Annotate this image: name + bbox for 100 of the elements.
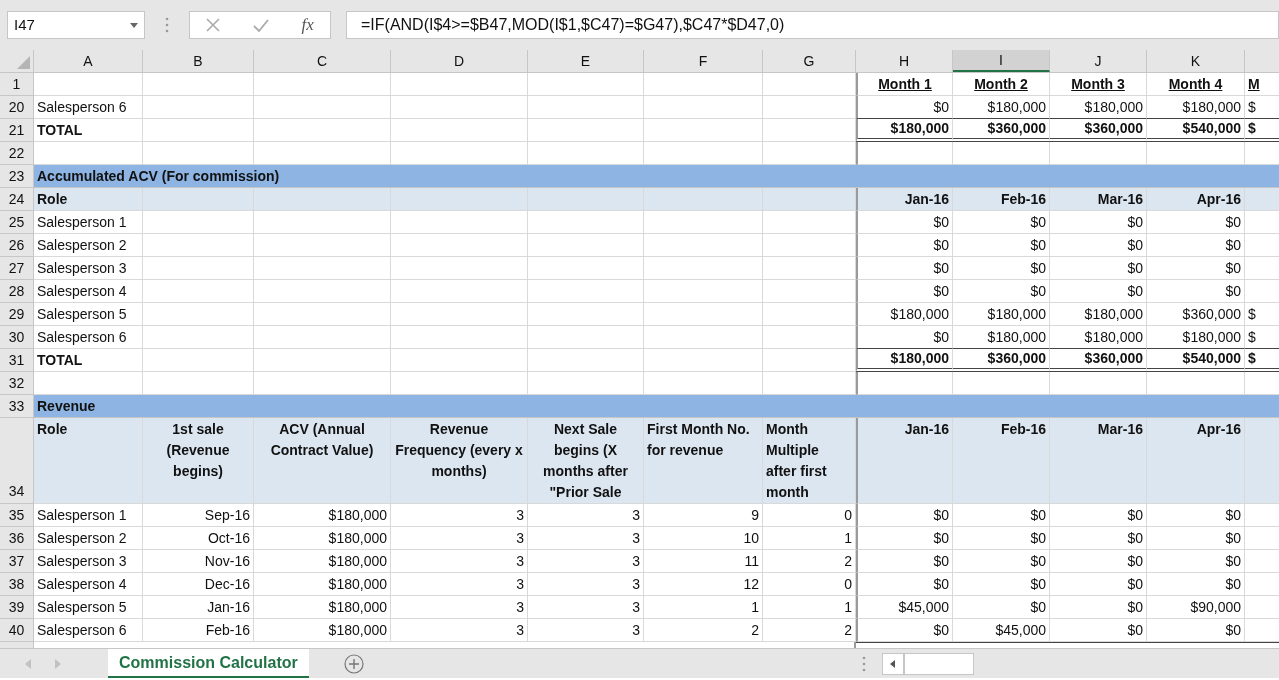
row-header[interactable]: 35 bbox=[0, 504, 34, 527]
table-cell: $45,000 bbox=[856, 596, 953, 619]
header-cell: Jan-16 bbox=[856, 418, 953, 504]
row-header[interactable]: 30 bbox=[0, 326, 34, 349]
row-header[interactable]: 33 bbox=[0, 395, 34, 418]
table-cell: $180,000 bbox=[254, 550, 391, 573]
row-header[interactable]: 37 bbox=[0, 550, 34, 573]
sheet-tab[interactable]: Commission Calculator bbox=[108, 649, 309, 678]
table-cell: $ bbox=[1245, 96, 1279, 119]
header-cell: Apr-16 bbox=[1147, 418, 1245, 504]
row-header[interactable]: 40 bbox=[0, 619, 34, 642]
row-header[interactable]: 20 bbox=[0, 96, 34, 119]
table-cell: $180,000 bbox=[254, 573, 391, 596]
column-header[interactable]: G bbox=[763, 50, 856, 72]
table-cell: $90,000 bbox=[1147, 596, 1245, 619]
table-cell: $360,000 bbox=[953, 119, 1050, 142]
column-header[interactable]: F bbox=[644, 50, 763, 72]
insert-function-button[interactable]: fx bbox=[301, 12, 314, 38]
scroll-left-button[interactable] bbox=[881, 652, 904, 675]
column-header[interactable]: D bbox=[391, 50, 528, 72]
table-cell: $0 bbox=[953, 550, 1050, 573]
column-header[interactable]: J bbox=[1050, 50, 1147, 72]
header-cell: Next Sale begins (X months after "Prior Sale bbox=[528, 418, 644, 504]
table-cell: Salesperson 5 bbox=[34, 596, 143, 619]
table-cell: 10 bbox=[644, 527, 763, 550]
table-cell: Salesperson 1 bbox=[34, 504, 143, 527]
table-cell: $ bbox=[1245, 119, 1279, 142]
table-cell: $0 bbox=[856, 504, 953, 527]
table-cell: Sep-16 bbox=[143, 504, 254, 527]
select-all-icon[interactable] bbox=[17, 56, 30, 69]
row-header[interactable]: 38 bbox=[0, 573, 34, 596]
row-header[interactable]: 39 bbox=[0, 596, 34, 619]
formula-field[interactable]: =IF(AND(I$4>=$B47,MOD(I$1,$C47)=$G47),$C47*$D47,0) bbox=[346, 11, 1279, 39]
row-header[interactable] bbox=[0, 642, 34, 648]
table-cell: $0 bbox=[1050, 573, 1147, 596]
table-cell: $180,000 bbox=[1050, 96, 1147, 119]
row-header[interactable]: 31 bbox=[0, 349, 34, 372]
drag-handle-icon[interactable] bbox=[165, 17, 169, 33]
row-header[interactable]: 26 bbox=[0, 234, 34, 257]
table-cell: $0 bbox=[1050, 550, 1147, 573]
previous-sheet-icon[interactable] bbox=[25, 658, 32, 669]
table-cell: $0 bbox=[1050, 527, 1147, 550]
table-cell: Month 1 bbox=[856, 73, 953, 96]
row-header[interactable]: 22 bbox=[0, 142, 34, 165]
table-cell: Salesperson 6 bbox=[34, 326, 143, 349]
table-cell: 3 bbox=[391, 527, 528, 550]
table-cell: $180,000 bbox=[856, 303, 953, 326]
row-header[interactable]: 36 bbox=[0, 527, 34, 550]
row-header[interactable]: 21 bbox=[0, 119, 34, 142]
row-header[interactable]: 1 bbox=[0, 73, 34, 96]
table-cell: Salesperson 6 bbox=[34, 96, 143, 119]
row-header[interactable]: 23 bbox=[0, 165, 34, 188]
row-header[interactable]: 25 bbox=[0, 211, 34, 234]
row-header[interactable]: 29 bbox=[0, 303, 34, 326]
header-cell: Feb-16 bbox=[953, 418, 1050, 504]
table-cell: TOTAL bbox=[34, 349, 143, 372]
table-cell: $0 bbox=[1050, 211, 1147, 234]
next-sheet-icon[interactable] bbox=[54, 658, 61, 669]
dropdown-caret-icon bbox=[130, 22, 138, 28]
drag-handle-icon[interactable] bbox=[861, 655, 866, 672]
column-header[interactable]: B bbox=[143, 50, 254, 72]
table-cell: $0 bbox=[856, 211, 953, 234]
row-header[interactable]: 28 bbox=[0, 280, 34, 303]
table-cell: 3 bbox=[391, 619, 528, 642]
table-cell: $0 bbox=[1147, 550, 1245, 573]
header-cell: First Month No. for revenue bbox=[644, 418, 763, 504]
column-header[interactable]: E bbox=[528, 50, 644, 72]
table-cell: $0 bbox=[856, 527, 953, 550]
cancel-icon[interactable] bbox=[206, 18, 221, 32]
table-cell: $180,000 bbox=[953, 326, 1050, 349]
table-cell: $0 bbox=[856, 280, 953, 303]
column-header[interactable]: C bbox=[254, 50, 391, 72]
name-box[interactable]: I47 bbox=[7, 11, 145, 39]
column-header[interactable]: I bbox=[953, 50, 1050, 72]
table-cell: Dec-16 bbox=[143, 573, 254, 596]
table-cell: $0 bbox=[856, 96, 953, 119]
row-header[interactable]: 32 bbox=[0, 372, 34, 395]
checkmark-icon[interactable] bbox=[252, 18, 269, 32]
table-cell: $180,000 bbox=[254, 504, 391, 527]
row-header[interactable]: 34 bbox=[0, 418, 34, 504]
table-cell: $360,000 bbox=[1050, 119, 1147, 142]
column-header[interactable]: K bbox=[1147, 50, 1245, 72]
table-cell: $180,000 bbox=[953, 303, 1050, 326]
add-sheet-icon[interactable] bbox=[343, 653, 364, 674]
scrollbar-thumb[interactable] bbox=[903, 652, 974, 675]
table-cell: $0 bbox=[1147, 211, 1245, 234]
table-cell: $360,000 bbox=[1147, 303, 1245, 326]
table-cell: Month 2 bbox=[953, 73, 1050, 96]
header-cell: Mar-16 bbox=[1050, 188, 1147, 211]
table-cell: $0 bbox=[953, 596, 1050, 619]
table-cell: $360,000 bbox=[953, 349, 1050, 372]
column-header[interactable]: A bbox=[34, 50, 143, 72]
table-cell: Feb-16 bbox=[143, 619, 254, 642]
row-header[interactable]: 27 bbox=[0, 257, 34, 280]
header-cell: Apr-16 bbox=[1147, 188, 1245, 211]
table-cell: 3 bbox=[391, 596, 528, 619]
table-cell: $0 bbox=[1147, 527, 1245, 550]
table-cell: Nov-16 bbox=[143, 550, 254, 573]
row-header[interactable]: 24 bbox=[0, 188, 34, 211]
table-cell: $180,000 bbox=[254, 619, 391, 642]
